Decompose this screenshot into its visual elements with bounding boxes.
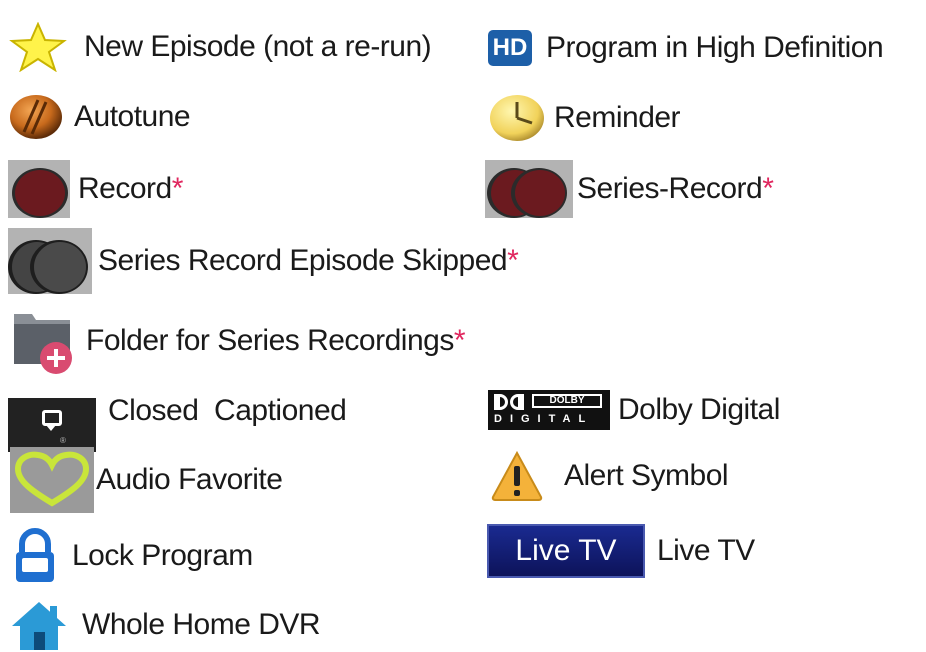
reminder-label: Reminder — [554, 101, 681, 134]
legend-live-tv: Live TV Live TV — [487, 524, 755, 578]
legend-folder: Folder for Series Recordings* — [10, 306, 466, 376]
legend-reminder: Reminder — [488, 94, 681, 142]
star-icon — [9, 22, 67, 72]
alert-icon — [491, 450, 543, 501]
dolby-badge-bottom: DIGITAL — [494, 413, 594, 425]
record-asterisk: * — [171, 172, 184, 205]
new-episode-label: New Episode (not a re-run) — [84, 30, 432, 63]
legend-whole-home-dvr: Whole Home DVR — [10, 598, 321, 652]
legend-closed-captioned: ® Closed Captioned — [8, 390, 347, 452]
live-tv-badge-text: Live TV — [515, 534, 617, 567]
audio-favorite-label: Audio Favorite — [96, 463, 283, 496]
closed-captioned-icon: ® — [8, 398, 96, 452]
closed-captioned-label: Closed Captioned — [108, 394, 347, 427]
whole-home-dvr-label: Whole Home DVR — [82, 608, 321, 641]
live-tv-label: Live TV — [657, 534, 755, 567]
legend-lock: Lock Program — [12, 528, 253, 584]
folder-asterisk: * — [453, 324, 466, 357]
dolby-digital-label: Dolby Digital — [618, 393, 780, 426]
series-record-asterisk: * — [762, 172, 774, 205]
series-skipped-asterisk: * — [507, 244, 519, 277]
legend-new-episode: New Episode (not a re-run) — [8, 22, 432, 72]
clock-icon — [490, 95, 544, 141]
legend-audio-favorite: Audio Favorite — [10, 447, 283, 513]
home-icon — [12, 602, 66, 650]
heart-icon — [10, 447, 94, 513]
series-skipped-icon — [8, 228, 92, 294]
series-skipped-label: Series Record Episode Skipped* — [98, 244, 519, 277]
legend-hd: HD Program in High Definition — [488, 30, 884, 66]
legend-record: Record* — [8, 160, 183, 218]
autotune-label: Autotune — [74, 100, 191, 133]
lock-label: Lock Program — [72, 539, 253, 572]
series-record-label: Series-Record* — [577, 172, 774, 205]
series-record-icon — [485, 160, 573, 218]
legend-autotune: Autotune — [8, 94, 191, 140]
dolby-badge-top: DOLBY — [532, 394, 602, 408]
live-tv-icon: Live TV — [487, 524, 645, 578]
legend-series-record: Series-Record* — [485, 160, 774, 218]
autotune-icon — [10, 95, 62, 139]
alert-label: Alert Symbol — [564, 459, 729, 492]
legend-dolby: DOLBY DIGITAL Dolby Digital — [488, 390, 780, 430]
legend-series-skipped: Series Record Episode Skipped* — [8, 228, 519, 294]
legend-alert: Alert Symbol — [490, 450, 729, 502]
hd-icon: HD — [488, 30, 532, 66]
folder-icon — [14, 314, 72, 374]
folder-label: Folder for Series Recordings* — [86, 324, 466, 357]
record-icon — [8, 160, 70, 218]
dolby-digital-icon: DOLBY DIGITAL — [488, 390, 610, 430]
hd-label: Program in High Definition — [546, 31, 884, 64]
lock-icon — [16, 528, 54, 582]
hd-badge-text: HD — [492, 34, 528, 61]
record-label: Record* — [78, 172, 184, 205]
